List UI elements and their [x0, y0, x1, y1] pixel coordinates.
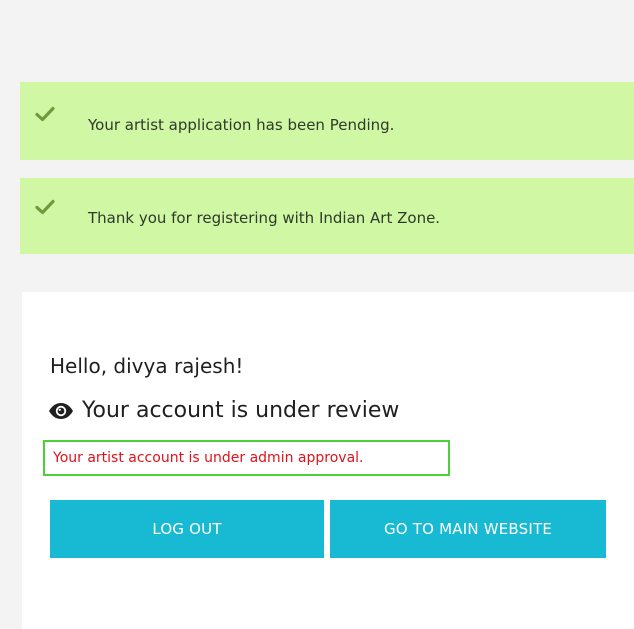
account-status-card: Hello, divya rajesh! Your account is und…: [22, 292, 634, 629]
notice-text: Your artist application has been Pending…: [88, 116, 395, 134]
success-notice-pending: Your artist application has been Pending…: [20, 82, 634, 160]
page: Your artist application has been Pending…: [0, 0, 634, 629]
main-website-button[interactable]: GO TO MAIN WEBSITE: [330, 500, 606, 558]
logout-button[interactable]: LOG OUT: [50, 500, 324, 558]
greeting: Hello, divya rajesh!: [50, 354, 244, 378]
check-icon: [35, 199, 55, 215]
approval-message: Your artist account is under admin appro…: [53, 450, 364, 466]
review-heading: Your account is under review: [48, 398, 399, 423]
approval-message-box: Your artist account is under admin appro…: [43, 440, 450, 476]
notice-text: Thank you for registering with Indian Ar…: [88, 209, 441, 227]
review-heading-text: Your account is under review: [82, 398, 400, 423]
eye-icon: [49, 402, 73, 419]
success-notice-registered: Thank you for registering with Indian Ar…: [20, 178, 634, 254]
check-icon: [35, 106, 55, 122]
